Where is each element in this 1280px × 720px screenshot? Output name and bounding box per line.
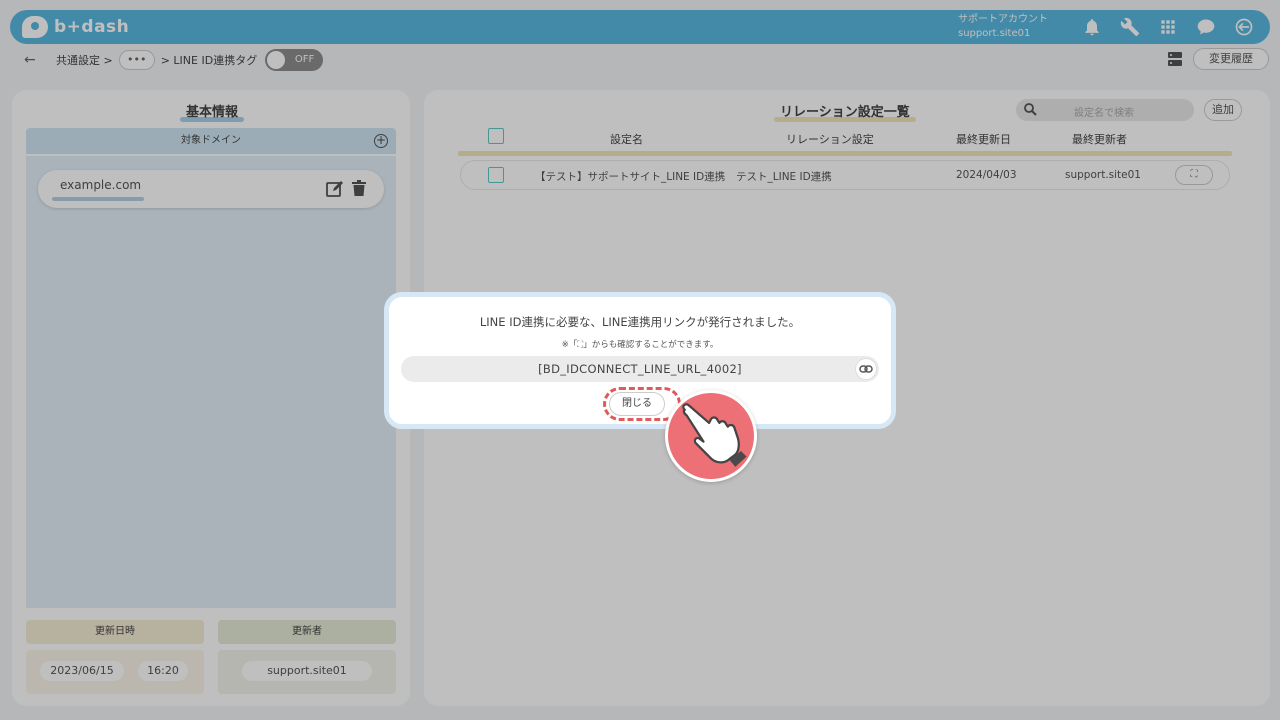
pointing-hand-icon [665,390,757,482]
close-button[interactable]: 閉じる [609,392,665,416]
url-value: [BD_IDCONNECT_LINE_URL_4002] [538,362,742,376]
dialog-message: LINE ID連携に必要な、LINE連携用リンクが発行されました。 [479,315,801,329]
dialog-note: ※「⛶」からも確認することができます。 [561,340,719,350]
url-field[interactable]: [BD_IDCONNECT_LINE_URL_4002] [401,356,879,382]
link-issued-dialog: LINE ID連携に必要な、LINE連携用リンクが発行されました。 ※「⛶」から… [384,292,896,429]
copy-link-icon[interactable] [855,358,877,380]
